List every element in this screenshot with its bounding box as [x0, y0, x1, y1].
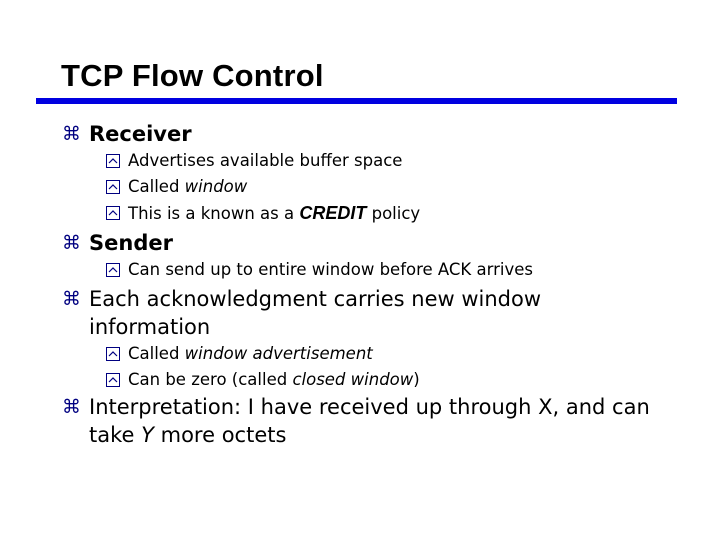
bullet-text: Receiver: [89, 122, 192, 146]
command-bullet-icon: ⌘: [62, 396, 81, 418]
text-run: take: [89, 423, 142, 447]
sub-bullet: This is a known as a CREDIT policy: [84, 200, 700, 227]
command-bullet-icon: ⌘: [62, 123, 81, 145]
title-underline-rule: [36, 98, 677, 104]
boxed-caret-icon: [106, 180, 120, 194]
boxed-caret-icon: [106, 373, 120, 387]
bullet-interpretation: ⌘ Interpretation: I have received up thr…: [62, 393, 700, 449]
sub-bullet: Advertises available buffer space: [84, 148, 700, 174]
boxed-caret-icon: [106, 154, 120, 168]
boxed-caret-icon: [106, 263, 120, 277]
emphasis-text: Y: [141, 423, 154, 447]
sub-bullet: Can be zero (called closed window): [84, 367, 700, 393]
bullet-text: Interpretation: I have received up throu…: [89, 395, 650, 419]
bullet-text-continued: information: [89, 315, 211, 339]
slide-content: ⌘ Receiver Advertises available buffer s…: [62, 120, 700, 449]
sub-bullet: Called window: [84, 174, 700, 200]
sub-bullet: Can send up to entire window before ACK …: [84, 257, 700, 283]
text-run: more octets: [153, 423, 287, 447]
sub-bullet-text: Can be zero (called: [128, 370, 293, 389]
bullet-text: Each acknowledgment carries new window: [89, 287, 542, 311]
bullet-receiver: ⌘ Receiver: [62, 120, 700, 148]
sub-bullet-text: Advertises available buffer space: [128, 151, 403, 170]
boxed-caret-icon: [106, 347, 120, 361]
sub-bullet-text: This is a known as a: [128, 204, 300, 223]
sub-bullet-text: Called: [128, 344, 185, 363]
sub-bullet-text: ): [413, 370, 420, 389]
bullet-acknowledgment: ⌘ Each acknowledgment carries new window…: [62, 285, 700, 341]
sub-bullet-text: Called: [128, 177, 185, 196]
emphasis-text: window advertisement: [184, 344, 373, 363]
sub-bullet-text: Can send up to entire window before ACK …: [128, 260, 533, 279]
command-bullet-icon: ⌘: [62, 232, 81, 254]
boxed-caret-icon: [106, 206, 120, 220]
sub-bullet: Called window advertisement: [84, 341, 700, 367]
bullet-sender: ⌘ Sender: [62, 229, 700, 257]
bullet-text: Sender: [89, 231, 173, 255]
command-bullet-icon: ⌘: [62, 288, 81, 310]
emphasis-text: closed window: [292, 370, 414, 389]
bullet-text-continued: take Y more octets: [89, 421, 700, 449]
emphasis-text: CREDIT: [299, 203, 367, 223]
sub-bullet-text: policy: [366, 204, 421, 223]
slide-title: TCP Flow Control: [61, 58, 324, 93]
emphasis-text: window: [184, 177, 248, 196]
